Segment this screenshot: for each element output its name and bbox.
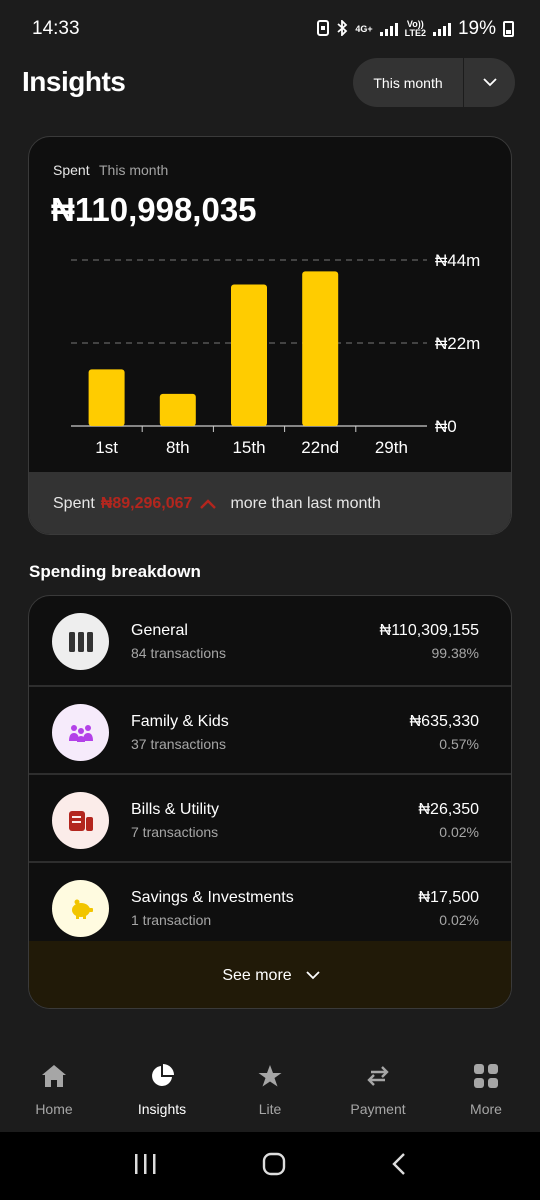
x-tick-label: 15th bbox=[232, 438, 265, 457]
x-tick-label: 1st bbox=[95, 438, 118, 457]
category-percent: 0.57% bbox=[439, 736, 479, 752]
compare-suffix: more than last month bbox=[230, 495, 381, 512]
breakdown-card: General 84 transactions ₦110,309,155 99.… bbox=[28, 595, 512, 1009]
category-name: Savings & Investments bbox=[131, 889, 294, 906]
period-selector[interactable]: This month bbox=[353, 58, 515, 107]
back-icon[interactable] bbox=[391, 1152, 407, 1181]
star-icon bbox=[258, 1064, 282, 1093]
spent-period: This month bbox=[99, 162, 169, 178]
spent-label: Spent bbox=[53, 162, 90, 178]
signal-icon bbox=[379, 22, 398, 36]
system-nav-bar bbox=[0, 1132, 540, 1200]
family-icon bbox=[52, 704, 109, 761]
signal-icon-2 bbox=[432, 22, 451, 36]
pie-chart-icon bbox=[150, 1064, 174, 1093]
battery-percent: 19% bbox=[457, 18, 496, 39]
chevron-down-icon[interactable] bbox=[464, 78, 515, 87]
transaction-count: 84 transactions bbox=[131, 645, 226, 661]
transaction-count: 1 transaction bbox=[131, 912, 212, 928]
period-selector-label[interactable]: This month bbox=[353, 75, 463, 91]
category-amount: ₦26,350 bbox=[418, 801, 480, 818]
chart-bar bbox=[159, 393, 196, 426]
x-tick-label: 8th bbox=[166, 438, 190, 457]
status-time: 14:33 bbox=[32, 18, 80, 39]
screenshot-icon bbox=[317, 19, 330, 39]
arrow-up-icon bbox=[200, 499, 217, 509]
x-tick-label: 22nd bbox=[301, 438, 339, 457]
category-amount: ₦635,330 bbox=[409, 713, 479, 730]
nav-more[interactable]: More bbox=[432, 1052, 540, 1132]
y-tick-label: ₦22m bbox=[435, 334, 480, 353]
compare-amount: ₦89,296,067 bbox=[100, 495, 193, 512]
chart-bar bbox=[231, 284, 267, 426]
volte-indicator: Vo)) LTE2 bbox=[405, 20, 426, 38]
receipt-icon bbox=[52, 792, 109, 849]
piggy-bank-icon bbox=[52, 880, 109, 937]
transaction-count: 37 transactions bbox=[131, 736, 226, 752]
chevron-down-icon bbox=[306, 967, 320, 985]
columns-icon bbox=[52, 613, 109, 670]
category-percent: 99.38% bbox=[431, 645, 479, 661]
category-name: General bbox=[131, 622, 188, 639]
category-name: Bills & Utility bbox=[131, 801, 220, 818]
nav-label: Lite bbox=[258, 1101, 282, 1117]
category-percent: 0.02% bbox=[439, 912, 479, 928]
grid-icon bbox=[474, 1064, 498, 1093]
status-bar: 14:33 4G+ Vo)) LTE2 19% bbox=[0, 0, 540, 58]
nav-payment[interactable]: Payment bbox=[324, 1052, 432, 1132]
see-more-button[interactable]: See more bbox=[29, 941, 511, 1008]
spent-total: ₦110,998,035 bbox=[51, 191, 257, 228]
spend-card: Spent This month ₦110,998,035 ₦44m ₦22m ₦0… bbox=[28, 136, 512, 535]
category-amount: ₦17,500 bbox=[418, 889, 480, 906]
nav-insights[interactable]: Insights bbox=[108, 1052, 216, 1132]
y-tick-label: ₦0 bbox=[435, 417, 457, 436]
y-tick-label: ₦44m bbox=[435, 251, 480, 270]
breakdown-row-bills-utility[interactable]: Bills & Utility 7 transactions ₦26,350 0… bbox=[29, 775, 511, 863]
bottom-nav: Home Insights Lite Payment More bbox=[0, 1052, 540, 1132]
chart-bar bbox=[88, 369, 125, 426]
breakdown-title: Spending breakdown bbox=[29, 562, 201, 581]
battery-icon bbox=[503, 21, 514, 37]
nav-lite[interactable]: Lite bbox=[216, 1052, 324, 1132]
breakdown-row-savings-investments[interactable]: Savings & Investments 1 transaction ₦17,… bbox=[29, 863, 511, 951]
transfer-icon bbox=[366, 1064, 390, 1093]
volte-bottom: LTE2 bbox=[404, 28, 426, 38]
category-amount: ₦110,309,155 bbox=[379, 622, 479, 639]
breakdown-row-family-kids[interactable]: Family & Kids 37 transactions ₦635,330 0… bbox=[29, 687, 511, 775]
category-name: Family & Kids bbox=[131, 713, 229, 730]
home-button-icon[interactable] bbox=[262, 1152, 286, 1181]
comparison-banner: Spent ₦89,296,067 more than last month bbox=[29, 472, 511, 534]
page-title: Insights bbox=[22, 66, 126, 97]
home-icon bbox=[41, 1064, 67, 1093]
compare-prefix: Spent bbox=[53, 495, 95, 512]
category-percent: 0.02% bbox=[439, 824, 479, 840]
chart-bar bbox=[302, 271, 339, 426]
x-tick-label: 29th bbox=[375, 438, 408, 457]
see-more-label: See more bbox=[222, 966, 292, 984]
breakdown-row-general[interactable]: General 84 transactions ₦110,309,155 99.… bbox=[29, 596, 511, 684]
nav-label: More bbox=[470, 1101, 502, 1117]
bluetooth-icon bbox=[336, 18, 348, 39]
transaction-count: 7 transactions bbox=[131, 824, 219, 840]
status-icons: 4G+ Vo)) LTE2 19% bbox=[317, 18, 514, 40]
nav-home[interactable]: Home bbox=[0, 1052, 108, 1132]
nav-label: Payment bbox=[350, 1101, 406, 1117]
network-type: 4G+ bbox=[355, 23, 373, 34]
nav-label: Insights bbox=[137, 1101, 187, 1117]
recent-apps-icon[interactable] bbox=[133, 1153, 157, 1180]
spending-bar-chart: ₦44m ₦22m ₦0 1st 8th 15th 22nd 29th bbox=[71, 251, 480, 457]
nav-label: Home bbox=[35, 1101, 73, 1117]
